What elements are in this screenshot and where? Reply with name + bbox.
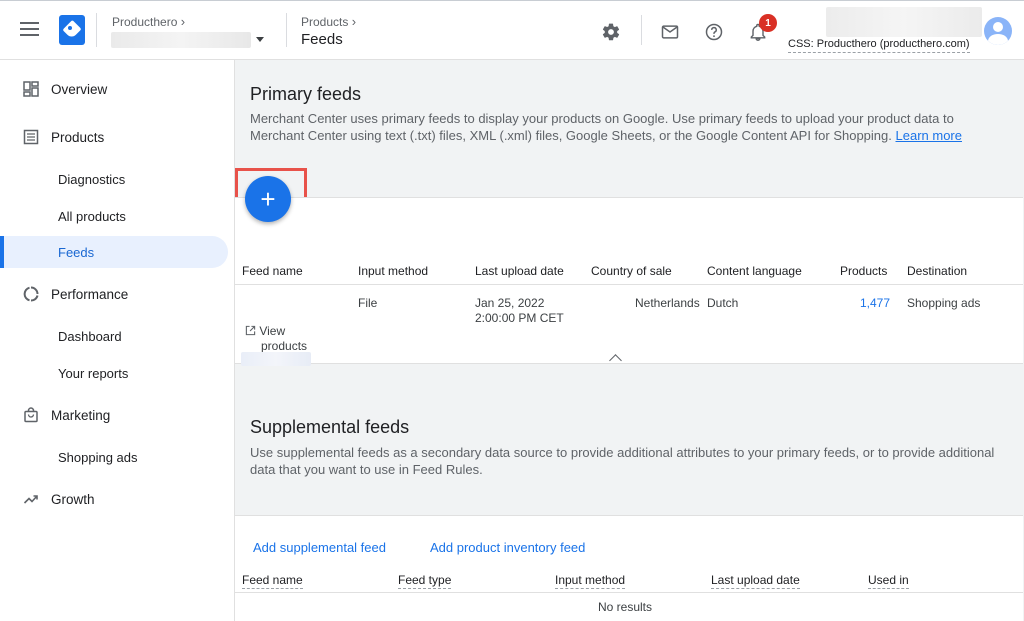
add-product-inventory-feed-link[interactable]: Add product inventory feed bbox=[430, 540, 585, 555]
settings-gear-icon[interactable] bbox=[600, 21, 622, 43]
dashboard-grid-icon bbox=[22, 80, 40, 98]
add-supplemental-feed-link[interactable]: Add supplemental feed bbox=[253, 540, 386, 555]
notification-count-badge: 1 bbox=[759, 14, 777, 32]
account-id-redacted[interactable] bbox=[111, 32, 251, 48]
supplemental-feeds-description: Use supplemental feeds as a secondary da… bbox=[250, 445, 995, 477]
column-header-feed-name[interactable]: Feed name bbox=[242, 573, 303, 589]
sidebar-item-all-products[interactable]: All products bbox=[0, 200, 228, 232]
sidebar-item-growth[interactable]: Growth bbox=[0, 484, 235, 514]
sidebar-item-your-reports[interactable]: Your reports bbox=[0, 357, 228, 389]
avatar[interactable] bbox=[984, 17, 1012, 45]
column-header-country-of-sale[interactable]: Country of sale bbox=[591, 264, 672, 278]
help-icon[interactable] bbox=[703, 21, 725, 43]
column-header-last-upload-date[interactable]: Last upload date bbox=[475, 264, 564, 278]
column-header-feed-type[interactable]: Feed type bbox=[398, 573, 452, 589]
feed-country: Netherlands bbox=[635, 296, 700, 310]
header-divider bbox=[235, 284, 1023, 285]
empty-state-text: No results bbox=[598, 600, 653, 614]
page-title: Feeds bbox=[301, 31, 343, 48]
supplemental-feeds-heading: Supplemental feeds bbox=[250, 417, 410, 437]
merchant-center-logo[interactable] bbox=[59, 15, 85, 45]
open-external-icon bbox=[245, 325, 256, 336]
shopping-bag-icon bbox=[22, 406, 40, 424]
divider bbox=[286, 13, 287, 47]
primary-feeds-card: Feed name Input method Last upload date … bbox=[235, 197, 1023, 364]
column-header-input-method[interactable]: Input method bbox=[555, 573, 626, 589]
css-account-label[interactable]: CSS: Producthero (producthero.com) bbox=[788, 38, 970, 53]
primary-feeds-description: Merchant Center uses primary feeds to di… bbox=[250, 111, 962, 143]
feed-destination: Shopping ads bbox=[907, 296, 981, 310]
column-header-last-upload-date[interactable]: Last upload date bbox=[711, 573, 800, 589]
account-dropdown-icon[interactable] bbox=[256, 37, 264, 42]
divider bbox=[641, 15, 642, 45]
divider bbox=[96, 13, 97, 47]
column-header-products[interactable]: Products bbox=[840, 264, 887, 278]
sidebar-item-performance[interactable]: Performance bbox=[0, 279, 235, 309]
column-header-feed-name[interactable]: Feed name bbox=[242, 264, 303, 278]
supplemental-feeds-card: Add supplemental feed Add product invent… bbox=[235, 515, 1023, 621]
column-header-input-method[interactable]: Input method bbox=[358, 264, 428, 278]
sidebar-item-products[interactable]: Products bbox=[0, 122, 235, 152]
column-header-content-language[interactable]: Content language bbox=[707, 264, 802, 278]
mail-icon[interactable] bbox=[659, 21, 681, 43]
feed-name-redacted[interactable] bbox=[241, 352, 311, 366]
sidebar-item-shopping-ads[interactable]: Shopping ads bbox=[0, 441, 228, 473]
user-name-redacted bbox=[826, 7, 982, 37]
primary-feeds-heading: Primary feeds bbox=[250, 84, 362, 104]
view-products-link[interactable]: View products bbox=[245, 324, 307, 354]
feed-input-method: File bbox=[358, 296, 378, 310]
sidebar-item-dashboard[interactable]: Dashboard bbox=[0, 320, 228, 352]
performance-circle-icon bbox=[22, 285, 40, 303]
feed-upload-date: Jan 25, 2022 2:00:00 PM CET bbox=[475, 296, 564, 325]
sidebar-item-marketing[interactable]: Marketing bbox=[0, 400, 235, 430]
header-divider bbox=[235, 592, 1023, 593]
column-header-used-in[interactable]: Used in bbox=[868, 573, 909, 589]
list-box-icon bbox=[22, 128, 40, 146]
column-header-destination[interactable]: Destination bbox=[907, 264, 967, 278]
section-breadcrumb[interactable]: Products › bbox=[301, 14, 356, 29]
sidebar: Overview Products Diagnostics All produc… bbox=[0, 60, 235, 621]
top-bar: Producthero › Products › Feeds 1 CSS: Pr… bbox=[0, 0, 1024, 60]
account-breadcrumb[interactable]: Producthero › bbox=[112, 14, 185, 29]
learn-more-link[interactable]: Learn more bbox=[896, 128, 962, 143]
sidebar-item-feeds[interactable]: Feeds bbox=[0, 236, 228, 268]
feed-language: Dutch bbox=[707, 296, 739, 310]
sidebar-item-diagnostics[interactable]: Diagnostics bbox=[0, 163, 228, 195]
main-content: Primary feeds Merchant Center uses prima… bbox=[235, 60, 1024, 621]
trending-up-icon bbox=[22, 490, 40, 508]
feed-products-count-link[interactable]: 1,477 bbox=[860, 296, 890, 311]
menu-icon[interactable] bbox=[20, 22, 39, 38]
add-primary-feed-button[interactable]: + bbox=[245, 176, 291, 222]
sidebar-item-overview[interactable]: Overview bbox=[0, 74, 235, 104]
